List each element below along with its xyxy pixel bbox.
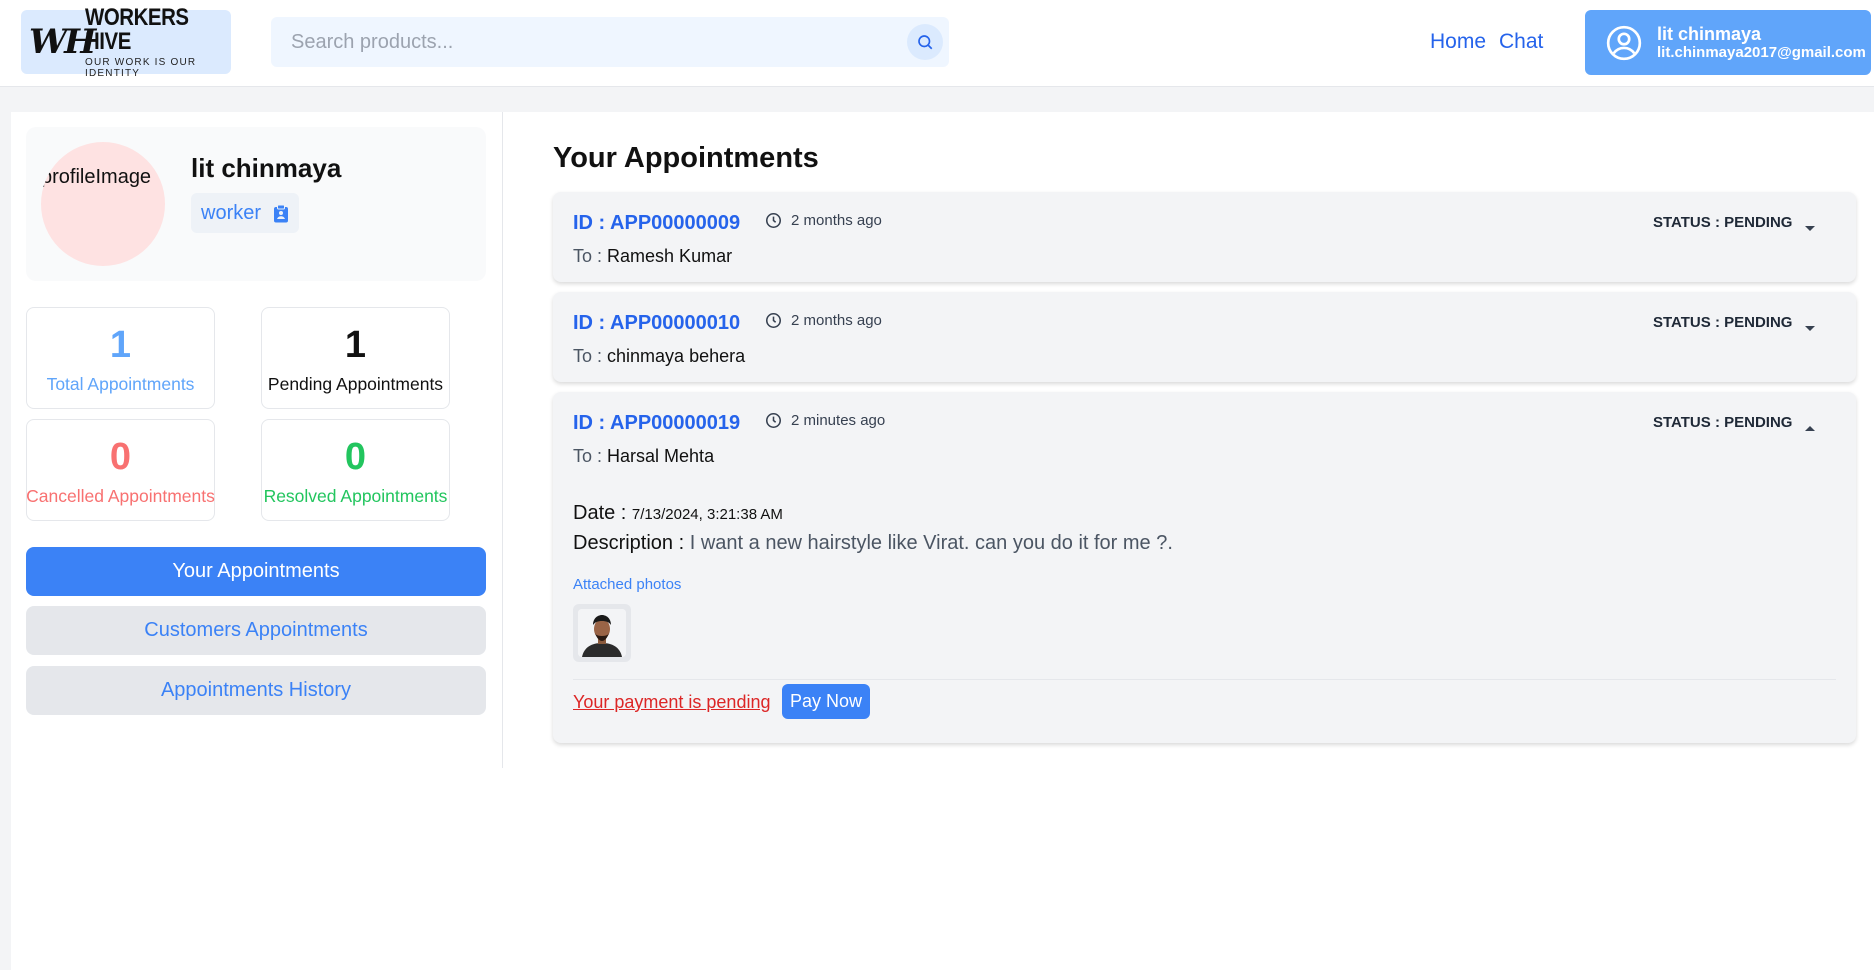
description-value: I want a new hairstyle like Virat. can y… — [689, 532, 1173, 554]
appointment-date: Date : 7/13/2024, 3:21:38 AM — [573, 502, 783, 525]
divider — [573, 679, 1836, 680]
stat-total-appointments: 1 Total Appointments — [26, 307, 215, 409]
avatar: profileImage — [41, 142, 165, 266]
description-label: Description : — [573, 532, 685, 554]
time-ago: 2 months ago — [791, 212, 882, 229]
to-label: To : — [573, 446, 603, 466]
user-menu-button[interactable]: lit chinmaya lit.chinmaya2017@gmail.com — [1585, 10, 1871, 75]
appointments-history-button[interactable]: Appointments History — [26, 666, 486, 715]
user-info: lit chinmaya lit.chinmaya2017@gmail.com — [1657, 24, 1866, 62]
pay-now-button[interactable]: Pay Now — [782, 684, 870, 719]
stat-value: 0 — [344, 436, 367, 478]
stat-resolved-appointments: 0 Resolved Appointments — [261, 419, 450, 521]
payment-pending-link[interactable]: Your payment is pending — [573, 692, 770, 713]
profile-card: profileImage lit chinmaya worker — [26, 127, 486, 281]
user-email: lit.chinmaya2017@gmail.com — [1657, 44, 1866, 62]
column-divider — [502, 112, 503, 768]
appointment-recipient: To : chinmaya behera — [573, 346, 745, 367]
stat-cancelled-appointments: 0 Cancelled Appointments — [26, 419, 215, 521]
appointment-card[interactable]: ID : APP00000010 2 months ago To : chinm… — [553, 292, 1856, 382]
clipboard-icon — [274, 204, 289, 222]
appointment-card-expanded[interactable]: ID : APP00000019 2 minutes ago To : Hars… — [553, 392, 1856, 743]
appointment-id[interactable]: ID : APP00000019 — [573, 412, 740, 435]
date-value: 7/13/2024, 3:21:38 AM — [631, 506, 783, 523]
appointment-recipient: To : Ramesh Kumar — [573, 246, 732, 267]
expand-caret-icon[interactable] — [1805, 226, 1815, 231]
photo-image — [578, 609, 626, 657]
stat-value: 1 — [109, 324, 132, 366]
clock-icon — [765, 312, 782, 329]
recipient-name: chinmaya behera — [607, 346, 746, 366]
user-circle-icon — [1606, 25, 1642, 60]
stat-pending-appointments: 1 Pending Appointments — [261, 307, 450, 409]
attached-photos-label: Attached photos — [573, 576, 682, 593]
person-photo-icon — [578, 609, 626, 657]
search-button[interactable] — [907, 24, 943, 60]
logo-tagline: OUR WORK IS OUR IDENTITY — [85, 56, 197, 79]
stat-value: 0 — [109, 436, 132, 478]
appointment-time: 2 months ago — [765, 212, 882, 229]
status-badge: STATUS : PENDING — [1653, 414, 1793, 431]
stat-label: Resolved Appointments — [263, 486, 448, 506]
page-title: Your Appointments — [553, 142, 819, 174]
status-badge: STATUS : PENDING — [1653, 214, 1793, 231]
clock-icon — [765, 212, 782, 229]
nav-home-link[interactable]: Home — [1430, 30, 1486, 54]
stat-label: Pending Appointments — [267, 374, 444, 394]
attached-photo-thumbnail[interactable] — [573, 604, 631, 662]
recipient-name: Ramesh Kumar — [607, 246, 733, 266]
appointment-time: 2 minutes ago — [765, 412, 885, 429]
search-bar — [271, 17, 949, 67]
your-appointments-button[interactable]: Your Appointments — [26, 547, 486, 596]
stat-value: 1 — [344, 324, 367, 366]
clock-icon — [765, 412, 782, 429]
customers-appointments-button[interactable]: Customers Appointments — [26, 606, 486, 655]
logo-title: WORKERS HIVE — [85, 3, 189, 55]
appointment-card[interactable]: ID : APP00000009 2 months ago To : Rames… — [553, 192, 1856, 282]
stat-label: Total Appointments — [46, 374, 195, 394]
date-label: Date : — [573, 502, 627, 524]
to-label: To : — [573, 246, 603, 266]
role-label: worker — [201, 201, 262, 224]
appointment-time: 2 months ago — [765, 312, 882, 329]
to-label: To : — [573, 346, 603, 366]
appointment-description: Description : I want a new hairstyle lik… — [573, 532, 1173, 555]
time-ago: 2 minutes ago — [791, 412, 886, 429]
time-ago: 2 months ago — [791, 312, 882, 329]
appointment-recipient: To : Harsal Mehta — [573, 446, 714, 467]
role-badge: worker — [191, 193, 300, 233]
expand-caret-icon[interactable] — [1805, 326, 1815, 331]
nav-chat-link[interactable]: Chat — [1499, 30, 1543, 54]
stat-label: Cancelled Appointments — [26, 486, 215, 506]
collapse-caret-icon[interactable] — [1805, 426, 1815, 431]
search-input[interactable] — [271, 17, 891, 67]
appointment-id[interactable]: ID : APP00000009 — [573, 212, 740, 235]
search-icon — [918, 35, 933, 50]
status-badge: STATUS : PENDING — [1653, 314, 1793, 331]
avatar-alt-text: profileImage — [41, 166, 152, 188]
brand-logo[interactable]: WH WORKERS HIVE OUR WORK IS OUR IDENTITY — [21, 5, 231, 79]
top-header: WH WORKERS HIVE OUR WORK IS OUR IDENTITY… — [0, 0, 1874, 87]
main-panel: profileImage lit chinmaya worker 1 Total… — [11, 112, 1874, 970]
recipient-name: Harsal Mehta — [607, 446, 715, 466]
appointment-id[interactable]: ID : APP00000010 — [573, 312, 740, 335]
profile-name: lit chinmaya — [191, 153, 342, 183]
logo-mark: WH — [29, 22, 96, 62]
logo-text: WORKERS HIVE OUR WORK IS OUR IDENTITY — [85, 3, 231, 79]
user-name: lit chinmaya — [1657, 23, 1762, 44]
